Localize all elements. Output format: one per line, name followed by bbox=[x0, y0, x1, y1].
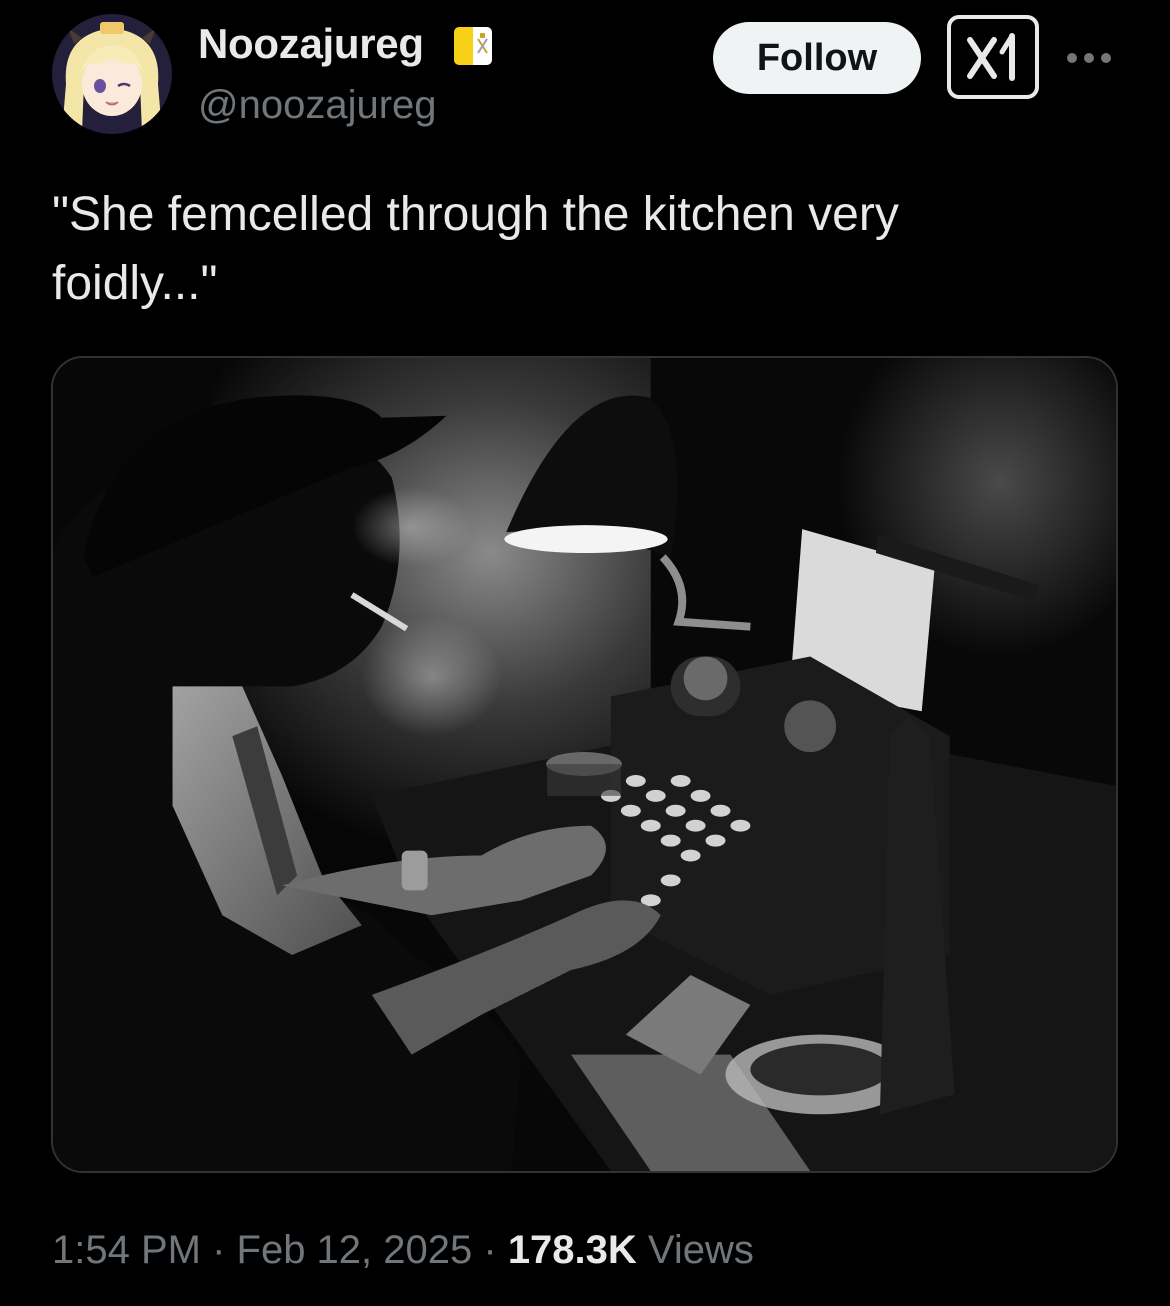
follow-button[interactable]: Follow bbox=[713, 22, 921, 94]
anime-girl-avatar-icon bbox=[52, 14, 172, 134]
display-name[interactable]: Noozajureg bbox=[198, 18, 424, 70]
grok-button[interactable] bbox=[947, 15, 1039, 99]
tweet-time[interactable]: 1:54 PM bbox=[52, 1228, 201, 1272]
avatar[interactable] bbox=[52, 14, 172, 134]
tweet-text: "She femcelled through the kitchen very … bbox=[52, 188, 899, 310]
more-dots-icon bbox=[1067, 53, 1111, 63]
tweet-media-image[interactable] bbox=[51, 356, 1118, 1173]
noir-writer-typewriter-photo-icon bbox=[53, 358, 1116, 1171]
tweet-date[interactable]: Feb 12, 2025 bbox=[237, 1228, 473, 1272]
views-label: Views bbox=[636, 1228, 754, 1272]
meta-separator: · bbox=[200, 1228, 237, 1272]
tweet-meta: 1:54 PM · Feb 12, 2025 · 178.3K Views bbox=[52, 1222, 754, 1278]
tweet-page: Noozajureg @noozajureg Follow "She femce… bbox=[0, 0, 1170, 1306]
user-handle[interactable]: @noozajureg bbox=[198, 80, 437, 130]
more-options-button[interactable] bbox=[1063, 36, 1115, 80]
views-count[interactable]: 178.3K bbox=[508, 1228, 637, 1272]
vatican-flag-icon bbox=[454, 27, 492, 65]
grok-icon bbox=[967, 33, 1015, 81]
meta-separator: · bbox=[472, 1228, 508, 1272]
